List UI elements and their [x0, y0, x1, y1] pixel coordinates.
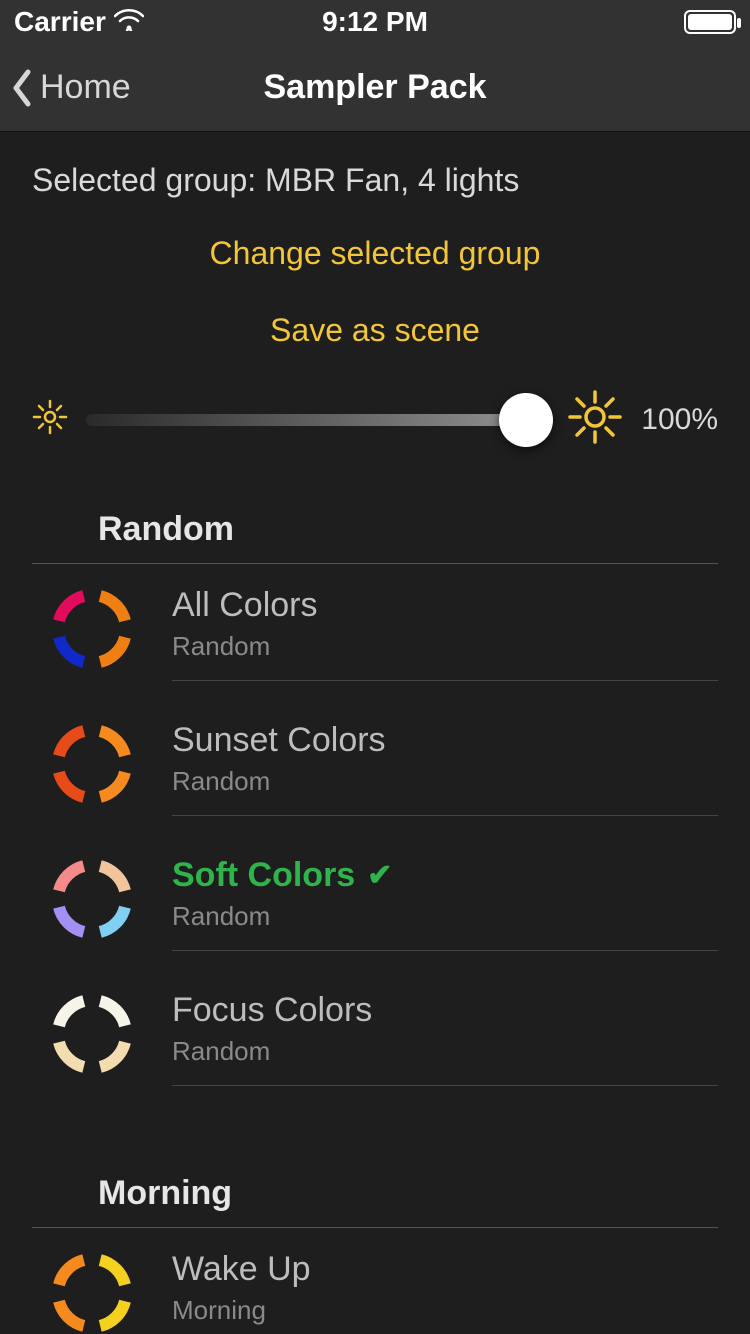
preset-row[interactable]: Sunset Colors Random: [32, 699, 718, 834]
preset-ring-icon: [46, 1247, 138, 1334]
clock: 9:12 PM: [0, 6, 750, 38]
preset-ring-icon: [46, 853, 138, 950]
preset-subtitle: Random: [172, 1036, 718, 1067]
back-button[interactable]: Home: [0, 68, 131, 108]
preset-subtitle: Morning: [172, 1295, 718, 1326]
status-bar: Carrier 9:12 PM: [0, 0, 750, 44]
preset-ring-icon: [46, 718, 138, 815]
preset-row[interactable]: All Colors Random: [32, 564, 718, 699]
preset-title: Wake Up: [172, 1250, 718, 1289]
section-header: Random: [32, 490, 718, 564]
nav-bar: Home Sampler Pack: [0, 44, 750, 132]
change-group-button[interactable]: Change selected group: [32, 235, 718, 272]
selected-group-label: Selected group: MBR Fan, 4 lights: [32, 162, 718, 199]
preset-ring-icon: [46, 988, 138, 1085]
section-header: Morning: [32, 1154, 718, 1228]
preset-title: Soft Colors✔: [172, 856, 718, 895]
brightness-slider[interactable]: [86, 414, 549, 426]
brightness-percent: 100%: [641, 403, 718, 437]
preset-title: Focus Colors: [172, 991, 718, 1030]
slider-thumb[interactable]: [499, 393, 553, 447]
preset-row[interactable]: Focus Colors Random: [32, 969, 718, 1104]
brightness-low-icon: [32, 399, 68, 440]
battery-icon: [684, 10, 736, 34]
preset-subtitle: Random: [172, 631, 718, 662]
chevron-left-icon: [10, 68, 34, 108]
save-scene-button[interactable]: Save as scene: [32, 312, 718, 349]
back-label: Home: [40, 68, 131, 107]
preset-ring-icon: [46, 583, 138, 680]
preset-title: All Colors: [172, 586, 718, 625]
brightness-high-icon: [567, 389, 623, 450]
preset-title: Sunset Colors: [172, 721, 718, 760]
preset-row[interactable]: Wake Up Morning: [32, 1228, 718, 1334]
checkmark-icon: ✔: [367, 858, 392, 893]
preset-subtitle: Random: [172, 766, 718, 797]
preset-subtitle: Random: [172, 901, 718, 932]
preset-row[interactable]: Soft Colors✔ Random: [32, 834, 718, 969]
